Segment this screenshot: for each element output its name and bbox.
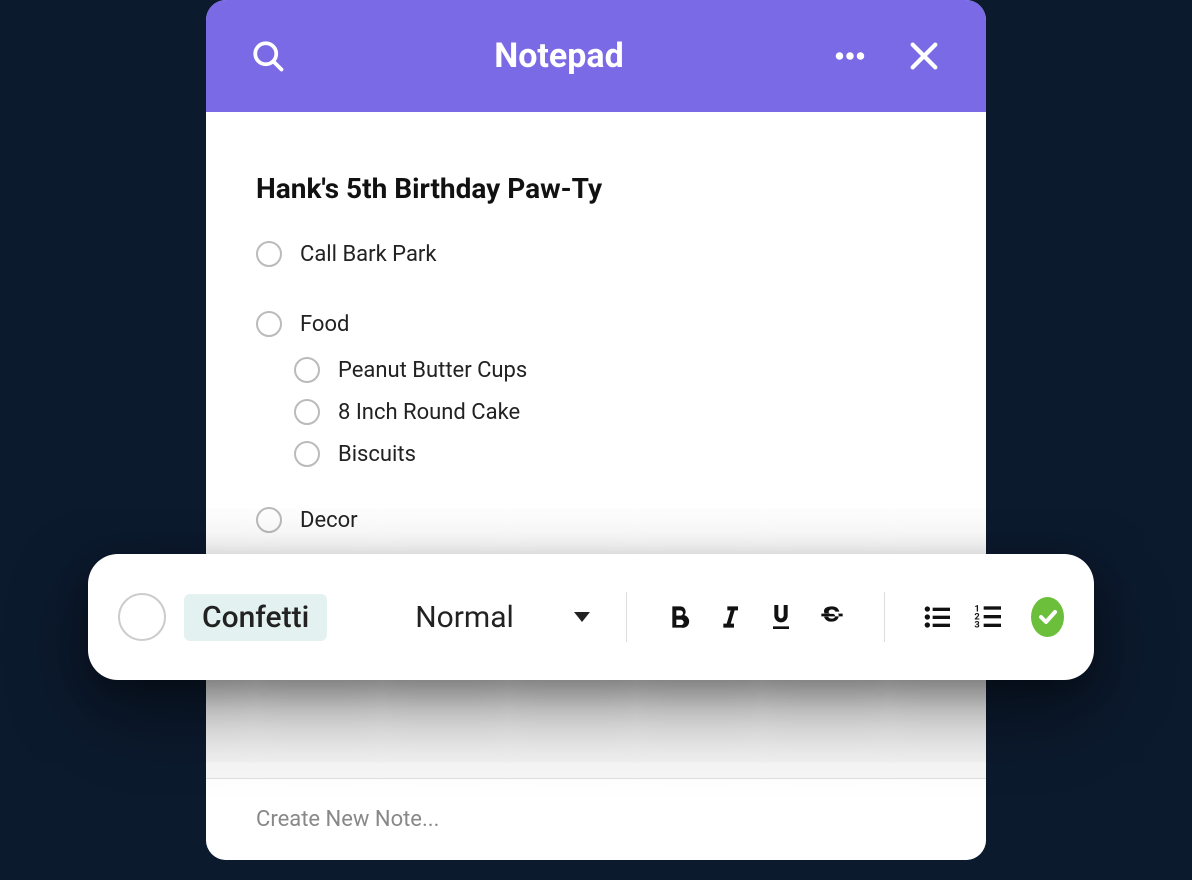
notepad-window: Notepad Hank's 5th Birthday Paw-Ty Call … [206,0,986,860]
checkbox-icon[interactable] [294,357,320,383]
checkbox-icon[interactable] [294,441,320,467]
checklist-label: Biscuits [338,442,416,467]
checkbox-icon[interactable] [256,507,282,533]
toolbar-divider [884,592,885,642]
numbered-list-icon[interactable]: 123 [972,597,1005,637]
checkbox-icon[interactable] [256,311,282,337]
bullet-list-icon[interactable] [921,597,954,637]
current-text-tag[interactable]: Confetti [184,594,327,641]
checklist-label: Call Bark Park [300,242,437,267]
checklist-item[interactable]: Decor [256,507,936,533]
checklist-label: Decor [300,508,358,533]
search-icon[interactable] [246,34,290,78]
italic-icon[interactable] [714,597,747,637]
more-icon[interactable] [828,34,872,78]
note-title[interactable]: Hank's 5th Birthday Paw-Ty [256,172,936,205]
checklist-item[interactable]: Food [256,311,936,337]
checklist-label: 8 Inch Round Cake [338,400,520,425]
chevron-down-icon [574,612,590,622]
checklist-item[interactable]: 8 Inch Round Cake [294,399,936,425]
toolbar-divider [626,592,627,642]
svg-text:3: 3 [974,620,979,631]
formatting-toolbar: Confetti Normal 123 [88,554,1094,680]
checkbox-icon[interactable] [256,241,282,267]
underline-icon[interactable] [765,597,798,637]
confirm-button[interactable] [1031,597,1064,637]
checklist-label: Peanut Butter Cups [338,358,527,383]
app-title: Notepad [290,36,828,76]
close-icon[interactable] [902,34,946,78]
text-style-dropdown[interactable]: Normal [415,600,590,635]
bold-icon[interactable] [663,597,696,637]
app-header: Notepad [206,0,986,112]
create-note-input[interactable]: Create New Note... [206,778,986,860]
strikethrough-icon[interactable] [815,597,848,637]
checklist-item[interactable]: Biscuits [294,441,936,467]
checkbox-icon[interactable] [118,593,166,641]
checklist-item[interactable]: Call Bark Park [256,241,936,267]
checklist-label: Food [300,312,349,337]
checklist-item[interactable]: Peanut Butter Cups [294,357,936,383]
text-style-label: Normal [415,600,514,635]
checkbox-icon[interactable] [294,399,320,425]
